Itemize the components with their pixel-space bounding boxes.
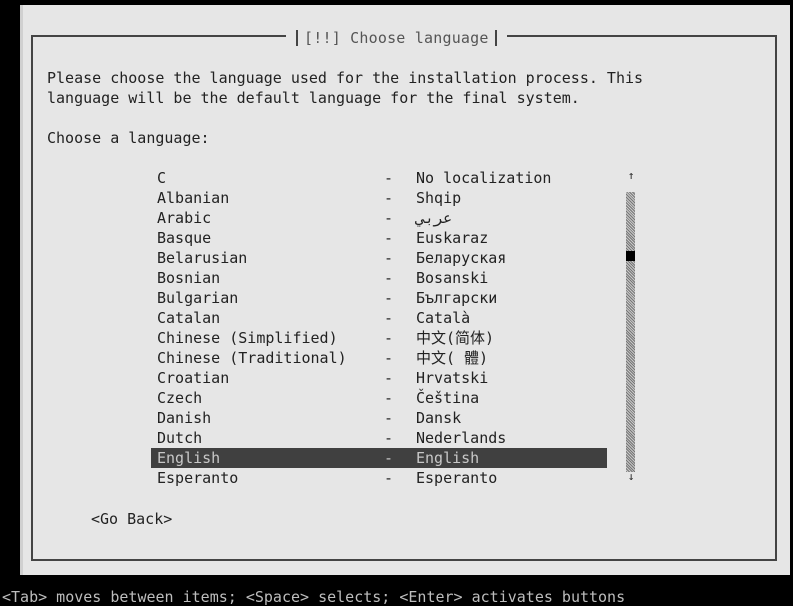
language-name: C: [157, 169, 167, 187]
language-option[interactable]: Basque - Euskaraz: [151, 228, 607, 248]
scroll-down-arrow-icon[interactable]: ↓: [626, 470, 636, 483]
language-name: Arabic: [157, 209, 212, 227]
language-name: Belarusian: [157, 249, 248, 267]
language-option[interactable]: Albanian - Shqip: [151, 188, 607, 208]
language-separator: -: [384, 249, 394, 267]
language-option[interactable]: Danish - Dansk: [151, 408, 607, 428]
language-name: English: [157, 449, 221, 467]
choose-language-prompt: Choose a language:: [47, 129, 210, 147]
language-native-name: Hrvatski: [416, 369, 489, 387]
choose-language-dialog: [!!] Choose language Please choose the l…: [20, 5, 790, 575]
language-option[interactable]: C - No localization: [151, 168, 607, 188]
language-separator: -: [384, 309, 394, 327]
language-option[interactable]: Belarusian - Беларуская: [151, 248, 607, 268]
language-option[interactable]: Arabic - عربي: [151, 208, 607, 228]
language-separator: -: [384, 229, 394, 247]
language-native-name: Shqip: [416, 189, 462, 207]
language-native-name: Čeština: [416, 389, 480, 407]
language-native-name: Nederlands: [416, 429, 507, 447]
language-separator: -: [384, 269, 394, 287]
language-native-name: Esperanto: [416, 469, 498, 487]
language-separator: -: [384, 209, 394, 227]
installer-screen: [!!] Choose language Please choose the l…: [0, 0, 793, 606]
language-name: Bosnian: [157, 269, 221, 287]
language-option[interactable]: Croatian - Hrvatski: [151, 368, 607, 388]
language-option[interactable]: Dutch - Nederlands: [151, 428, 607, 448]
language-name: Albanian: [157, 189, 230, 207]
language-native-name: عربي: [416, 209, 453, 227]
title-right-tick: [494, 30, 497, 46]
language-native-name: Bosanski: [416, 269, 489, 287]
language-separator: -: [384, 369, 394, 387]
language-native-name: Беларуская: [416, 249, 507, 267]
language-name: Croatian: [157, 369, 230, 387]
language-name: Catalan: [157, 309, 221, 327]
language-separator: -: [384, 329, 394, 347]
language-native-name: Euskaraz: [416, 229, 489, 247]
language-name: Basque: [157, 229, 212, 247]
language-option[interactable]: Catalan - Català: [151, 308, 607, 328]
description-line-1: Please choose the language used for the …: [47, 69, 644, 87]
title-left-tick: [296, 30, 298, 46]
language-native-name: Dansk: [416, 409, 462, 427]
language-separator: -: [384, 349, 394, 367]
dialog-title-bar: [!!] Choose language: [286, 28, 507, 48]
language-option[interactable]: Chinese (Simplified) - 中文(简体): [151, 328, 607, 348]
language-separator: -: [384, 409, 394, 427]
scroll-up-arrow-icon[interactable]: ↑: [626, 169, 636, 182]
language-option[interactable]: English - English: [151, 448, 607, 468]
language-separator: -: [384, 189, 394, 207]
language-option[interactable]: Chinese (Traditional) - 中文( 體): [151, 348, 607, 368]
language-native-name: 中文( 體): [416, 349, 489, 367]
language-option[interactable]: Esperanto - Esperanto: [151, 468, 607, 488]
language-name: Danish: [157, 409, 212, 427]
language-native-name: 中文(简体): [416, 329, 495, 347]
language-option[interactable]: Czech - Čeština: [151, 388, 607, 408]
language-name: Chinese (Simplified): [157, 329, 338, 347]
description-line-2: language will be the default language fo…: [47, 89, 580, 107]
language-separator: -: [384, 169, 394, 187]
keyboard-help-footer: <Tab> moves between items; <Space> selec…: [2, 588, 626, 606]
language-name: Dutch: [157, 429, 203, 447]
scrollbar-thumb[interactable]: [626, 251, 635, 261]
language-separator: -: [384, 429, 394, 447]
language-name: Esperanto: [157, 469, 239, 487]
language-separator: -: [384, 289, 394, 307]
dialog-title: [!!] Choose language: [304, 29, 489, 47]
language-separator: -: [384, 389, 394, 407]
scrollbar-track[interactable]: [626, 192, 635, 472]
language-option[interactable]: Bulgarian - Български: [151, 288, 607, 308]
language-native-name: No localization: [416, 169, 552, 187]
language-name: Czech: [157, 389, 203, 407]
language-name: Bulgarian: [157, 289, 239, 307]
language-native-name: Català: [416, 309, 471, 327]
language-separator: -: [384, 469, 394, 487]
go-back-button[interactable]: <Go Back>: [91, 510, 172, 528]
language-separator: -: [384, 449, 394, 467]
language-native-name: Български: [416, 289, 498, 307]
language-native-name: English: [416, 449, 480, 467]
language-name: Chinese (Traditional): [157, 349, 347, 367]
language-option[interactable]: Bosnian - Bosanski: [151, 268, 607, 288]
